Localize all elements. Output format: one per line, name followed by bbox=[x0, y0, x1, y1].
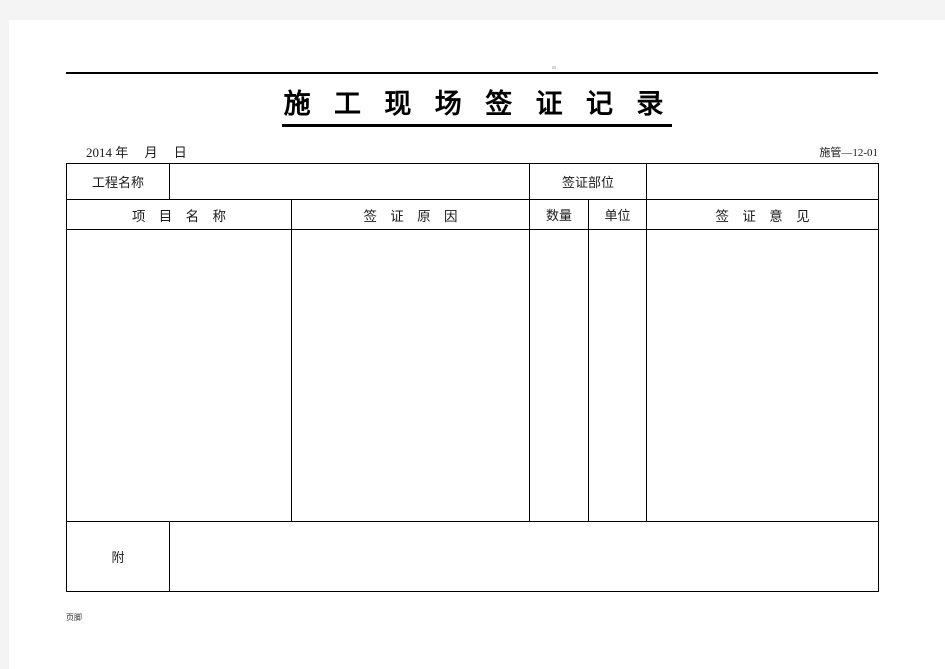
column-header-reason-label: 签 证 原 因 bbox=[363, 208, 463, 224]
signature-record-table: 工程名称 签证部位 项 目 名 称 签 证 原 因 数量 单位 签 证 意 见 … bbox=[66, 163, 880, 592]
header-stray-mark bbox=[552, 66, 556, 69]
cell-reason-entry[interactable] bbox=[291, 229, 530, 522]
document-page: 施 工 现 场 签 证 记 录 2014 年 月 日 施管—12-01 工程名称 bbox=[9, 20, 945, 669]
page-footer: 页脚 bbox=[66, 613, 82, 622]
column-header-opinion-label: 签 证 意 见 bbox=[715, 208, 815, 224]
column-header-unit: 单位 bbox=[587, 199, 648, 230]
cell-attachment-value[interactable] bbox=[168, 521, 880, 592]
cell-attachment-label: 附 bbox=[66, 521, 170, 592]
page-title-text: 施 工 现 场 签 证 记 录 bbox=[281, 82, 673, 127]
table-row: 附 bbox=[66, 521, 880, 592]
column-header-opinion: 签 证 意 见 bbox=[646, 199, 880, 230]
table-header-row: 项 目 名 称 签 证 原 因 数量 单位 签 证 意 见 bbox=[66, 199, 880, 230]
table-row bbox=[66, 229, 880, 522]
form-code: 施管—12-01 bbox=[819, 147, 878, 159]
cell-quantity-entry[interactable] bbox=[529, 229, 589, 522]
column-header-quantity-label: 数量 bbox=[545, 208, 572, 223]
column-header-item-name: 项 目 名 称 bbox=[66, 199, 292, 230]
page-title: 施 工 现 场 签 证 记 录 bbox=[9, 82, 945, 127]
table-row: 工程名称 签证部位 bbox=[66, 163, 880, 200]
signature-location-label: 签证部位 bbox=[562, 175, 615, 190]
cell-signature-location-label: 签证部位 bbox=[528, 163, 648, 200]
column-header-reason: 签 证 原 因 bbox=[291, 199, 530, 230]
meta-row: 2014 年 月 日 施管—12-01 bbox=[66, 142, 878, 160]
cell-signature-location-value[interactable] bbox=[646, 163, 880, 200]
cell-project-name-value[interactable] bbox=[169, 163, 530, 200]
date-line: 2014 年 月 日 bbox=[86, 145, 187, 160]
project-name-label: 工程名称 bbox=[91, 175, 144, 190]
header-divider-rule bbox=[66, 72, 878, 74]
column-header-quantity: 数量 bbox=[529, 199, 589, 230]
cell-project-name-label: 工程名称 bbox=[66, 163, 170, 200]
column-header-unit-label: 单位 bbox=[604, 208, 631, 223]
signature-record-table-wrapper: 工程名称 签证部位 项 目 名 称 签 证 原 因 数量 单位 签 证 意 见 … bbox=[66, 163, 880, 592]
cell-opinion-entry[interactable] bbox=[646, 229, 880, 522]
cell-unit-entry[interactable] bbox=[587, 229, 648, 522]
attachment-label: 附 bbox=[111, 550, 125, 565]
column-header-item-name-label: 项 目 名 称 bbox=[131, 208, 232, 224]
cell-item-name-entry[interactable] bbox=[66, 229, 292, 522]
